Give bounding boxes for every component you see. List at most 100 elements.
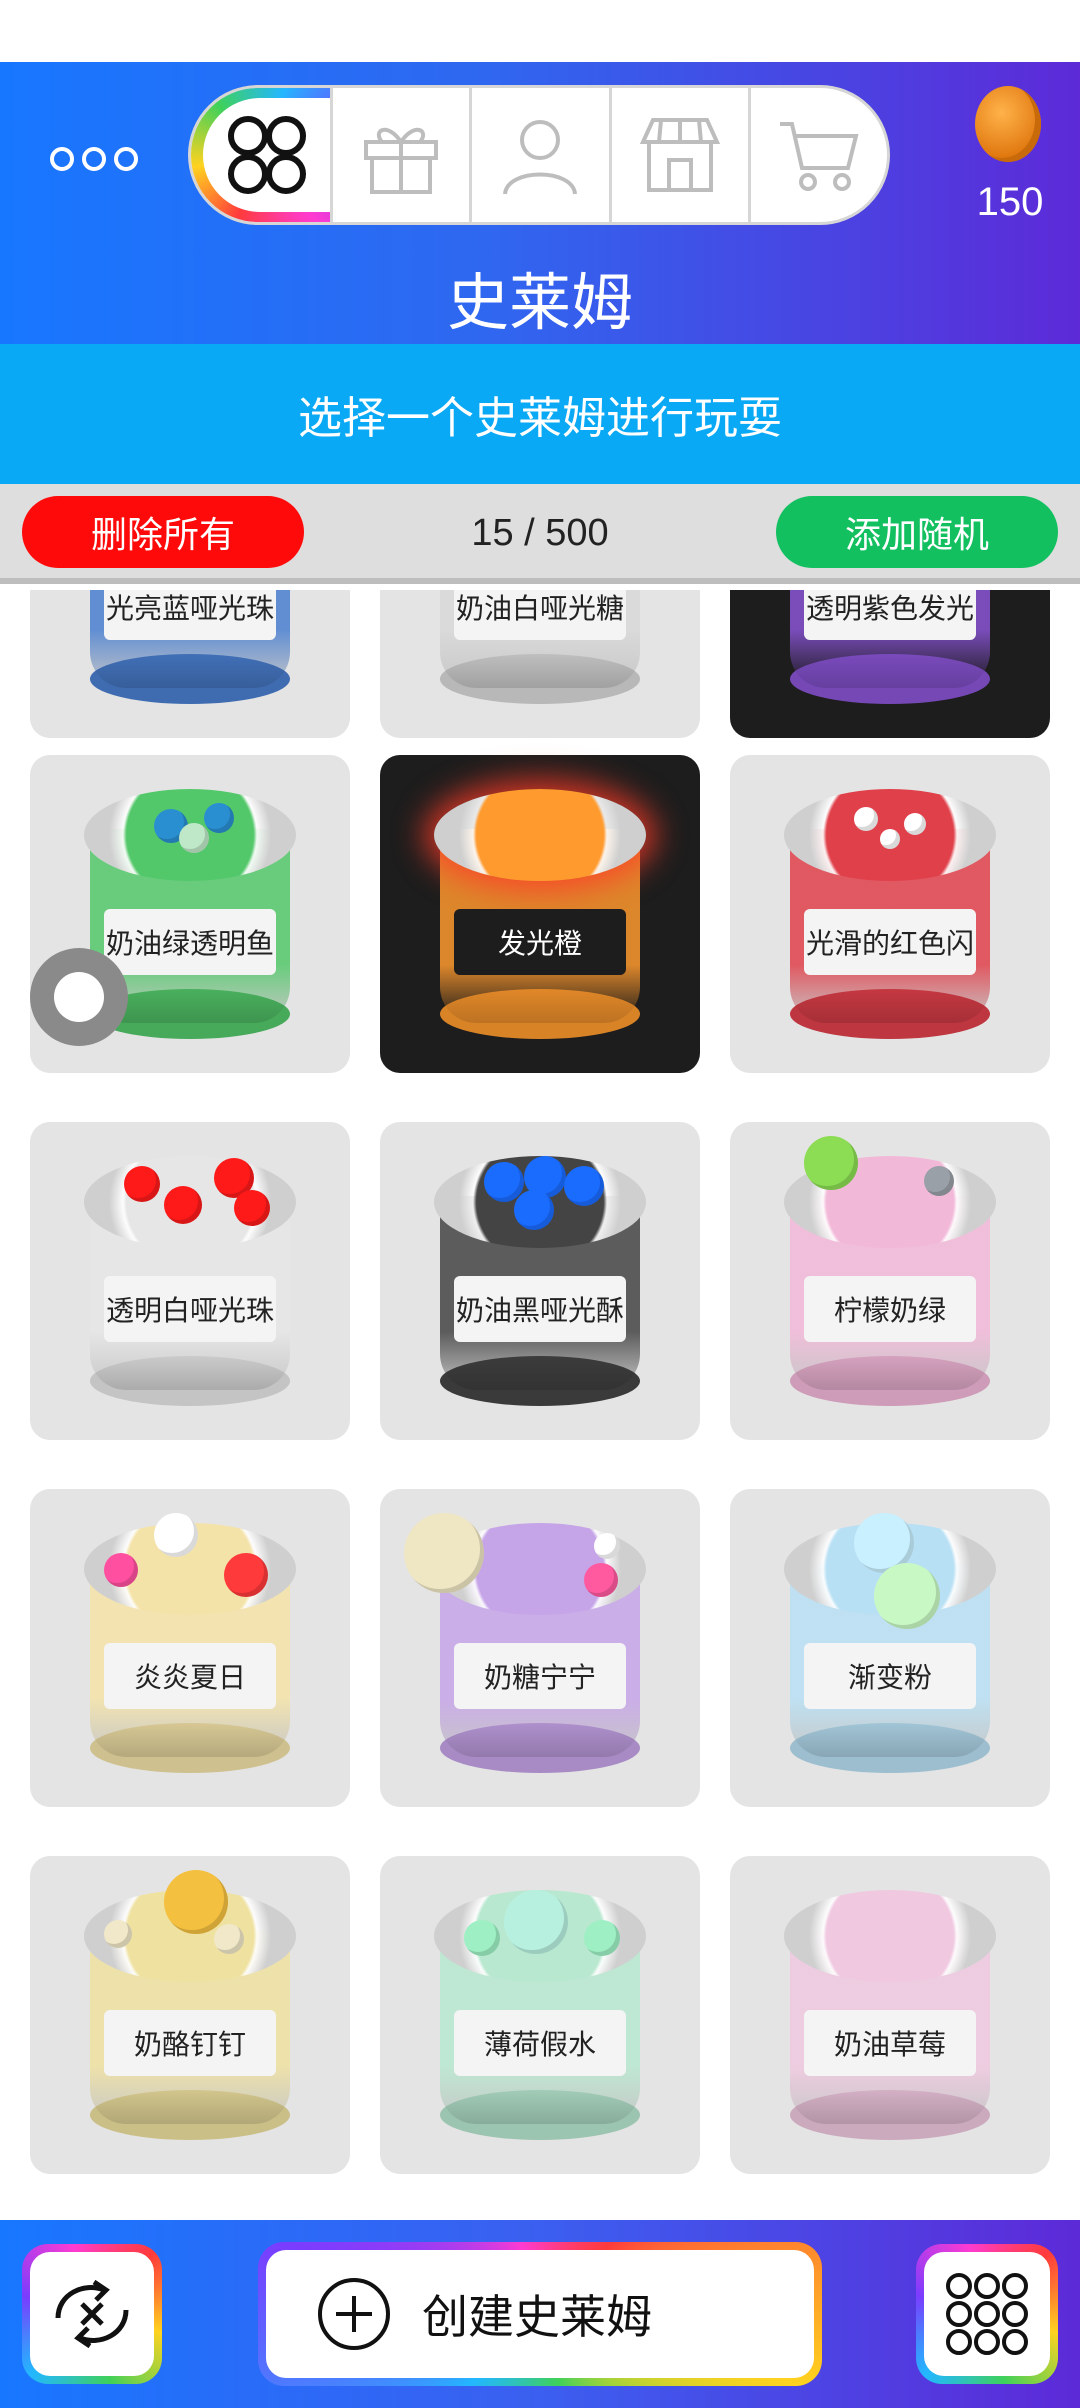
create-slime-label: 创建史莱姆 [422, 2290, 652, 2344]
profile-icon [503, 120, 578, 195]
slime-topping [854, 807, 878, 831]
slime-topping [924, 1166, 954, 1196]
slime-card[interactable]: 炎炎夏日 [30, 1489, 350, 1807]
slime-name: 薄荷假水 [454, 2010, 626, 2076]
slime-topping [880, 829, 900, 849]
slime-card[interactable]: 透明紫色发光 [730, 590, 1050, 738]
slime-topping [584, 1920, 620, 1956]
slime-topping [104, 1553, 138, 1587]
slime-card[interactable]: 渐变粉 [730, 1489, 1050, 1807]
slime-topping [224, 1553, 268, 1597]
slime-jar: 光亮蓝哑光珠 [84, 590, 296, 704]
swap-icon [55, 2279, 129, 2349]
slime-jar: 奶糖宁宁 [404, 1513, 646, 1773]
slime-name: 柠檬奶绿 [804, 1276, 976, 1342]
slime-topping [804, 1136, 858, 1190]
slime-name: 透明紫色发光 [804, 590, 976, 640]
slime-name: 奶油白哑光糖 [454, 590, 626, 640]
tab-slimes[interactable] [191, 88, 333, 222]
slime-topping [584, 1563, 618, 1597]
bottom-bar: 创建史莱姆 [0, 2220, 1080, 2408]
tab-shop[interactable] [612, 88, 751, 222]
slime-topping [154, 1513, 198, 1557]
slime-jar: 奶酪钉钉 [84, 1870, 296, 2140]
slimes-grid-icon [227, 116, 306, 194]
slime-jar: 薄荷假水 [434, 1890, 646, 2140]
slime-card[interactable]: 发光橙 [380, 755, 700, 1073]
status-bar [0, 0, 1080, 62]
gift-icon [364, 128, 439, 194]
slime-name: 炎炎夏日 [104, 1643, 276, 1709]
slime-grid: 光亮蓝哑光珠 奶油白哑光糖 透明紫色发光 奶油绿透明鱼 发光橙 光滑的红色闪 透明白哑光珠奶… [0, 590, 1080, 2220]
slime-name: 渐变粉 [804, 1643, 976, 1709]
slime-card[interactable]: 奶糖宁宁 [380, 1489, 700, 1807]
slime-name: 奶油草莓 [804, 2010, 976, 2076]
delete-all-button[interactable]: 删除所有 [22, 496, 304, 568]
subtitle-banner: 选择一个史莱姆进行玩耍 [0, 344, 1080, 484]
page-title: 史莱姆 [446, 266, 633, 339]
slime-name: 奶糖宁宁 [454, 1643, 626, 1709]
slime-card[interactable]: 光滑的红色闪 [730, 755, 1050, 1073]
slime-topping [594, 1533, 620, 1559]
slime-name: 光滑的红色闪 [804, 909, 976, 975]
slime-topping [179, 823, 209, 853]
slime-jar: 透明白哑光珠 [84, 1156, 296, 1406]
slime-jar: 发光橙 [434, 789, 646, 1039]
slime-topping [504, 1890, 568, 1954]
slime-name: 发光橙 [454, 909, 626, 975]
slime-name: 透明白哑光珠 [104, 1276, 276, 1342]
slime-jar: 炎炎夏日 [84, 1513, 296, 1773]
coin-icon [975, 86, 1041, 162]
slime-card[interactable]: 奶油草莓 [730, 1856, 1050, 2174]
slime-topping [464, 1920, 500, 1956]
tab-cart[interactable] [751, 88, 887, 222]
shop-icon [639, 118, 720, 192]
header: 150 史莱姆 [0, 62, 1080, 344]
slime-topping [214, 1924, 244, 1954]
slime-jar: 光滑的红色闪 [784, 789, 996, 1039]
plus-circle-icon [318, 2278, 390, 2350]
floating-toggle-button[interactable] [30, 948, 128, 1046]
slime-name: 奶油黑哑光酥 [454, 1276, 626, 1342]
slime-topping [904, 813, 926, 835]
slime-topping [164, 1870, 228, 1934]
slime-jar: 奶油草莓 [784, 1890, 996, 2140]
slime-topping [204, 803, 234, 833]
slime-name: 奶酪钉钉 [104, 2010, 276, 2076]
coin-count: 150 [976, 180, 1044, 224]
menu-dots-button[interactable] [50, 142, 138, 176]
slime-topping [234, 1190, 270, 1226]
slime-topping [514, 1190, 554, 1230]
slime-name: 奶油绿透明鱼 [104, 909, 276, 975]
slime-jar: 渐变粉 [784, 1513, 996, 1773]
collection-button[interactable] [916, 2244, 1058, 2384]
action-bar: 删除所有 15 / 500 添加随机 [0, 484, 1080, 584]
slime-topping [874, 1563, 940, 1629]
slime-name: 光亮蓝哑光珠 [104, 590, 276, 640]
add-random-button[interactable]: 添加随机 [776, 496, 1058, 568]
slime-topping [404, 1513, 484, 1593]
dots-grid-icon [946, 2273, 1028, 2355]
slime-card[interactable]: 光亮蓝哑光珠 [30, 590, 350, 738]
cart-icon [779, 122, 859, 191]
slime-card[interactable]: 奶油黑哑光酥 [380, 1122, 700, 1440]
slime-topping [104, 1920, 132, 1948]
slime-card[interactable]: 奶酪钉钉 [30, 1856, 350, 2174]
slime-card[interactable]: 透明白哑光珠 [30, 1122, 350, 1440]
slime-topping [124, 1166, 160, 1202]
slime-jar: 柠檬奶绿 [784, 1136, 996, 1406]
slime-card[interactable]: 薄荷假水 [380, 1856, 700, 2174]
tab-profile[interactable] [472, 88, 612, 222]
tab-gift[interactable] [333, 88, 473, 222]
slime-counter: 15 / 500 [471, 512, 609, 554]
slime-jar: 奶油黑哑光酥 [434, 1156, 646, 1406]
slime-jar: 透明紫色发光 [784, 590, 996, 704]
slime-card[interactable]: 奶油白哑光糖 [380, 590, 700, 738]
swap-button[interactable] [22, 2244, 162, 2384]
create-slime-button[interactable]: 创建史莱姆 [258, 2242, 822, 2386]
tab-bar [188, 85, 890, 225]
slime-jar: 奶油白哑光糖 [434, 590, 646, 704]
slime-topping [564, 1166, 604, 1206]
slime-card[interactable]: 柠檬奶绿 [730, 1122, 1050, 1440]
slime-topping [164, 1186, 202, 1224]
